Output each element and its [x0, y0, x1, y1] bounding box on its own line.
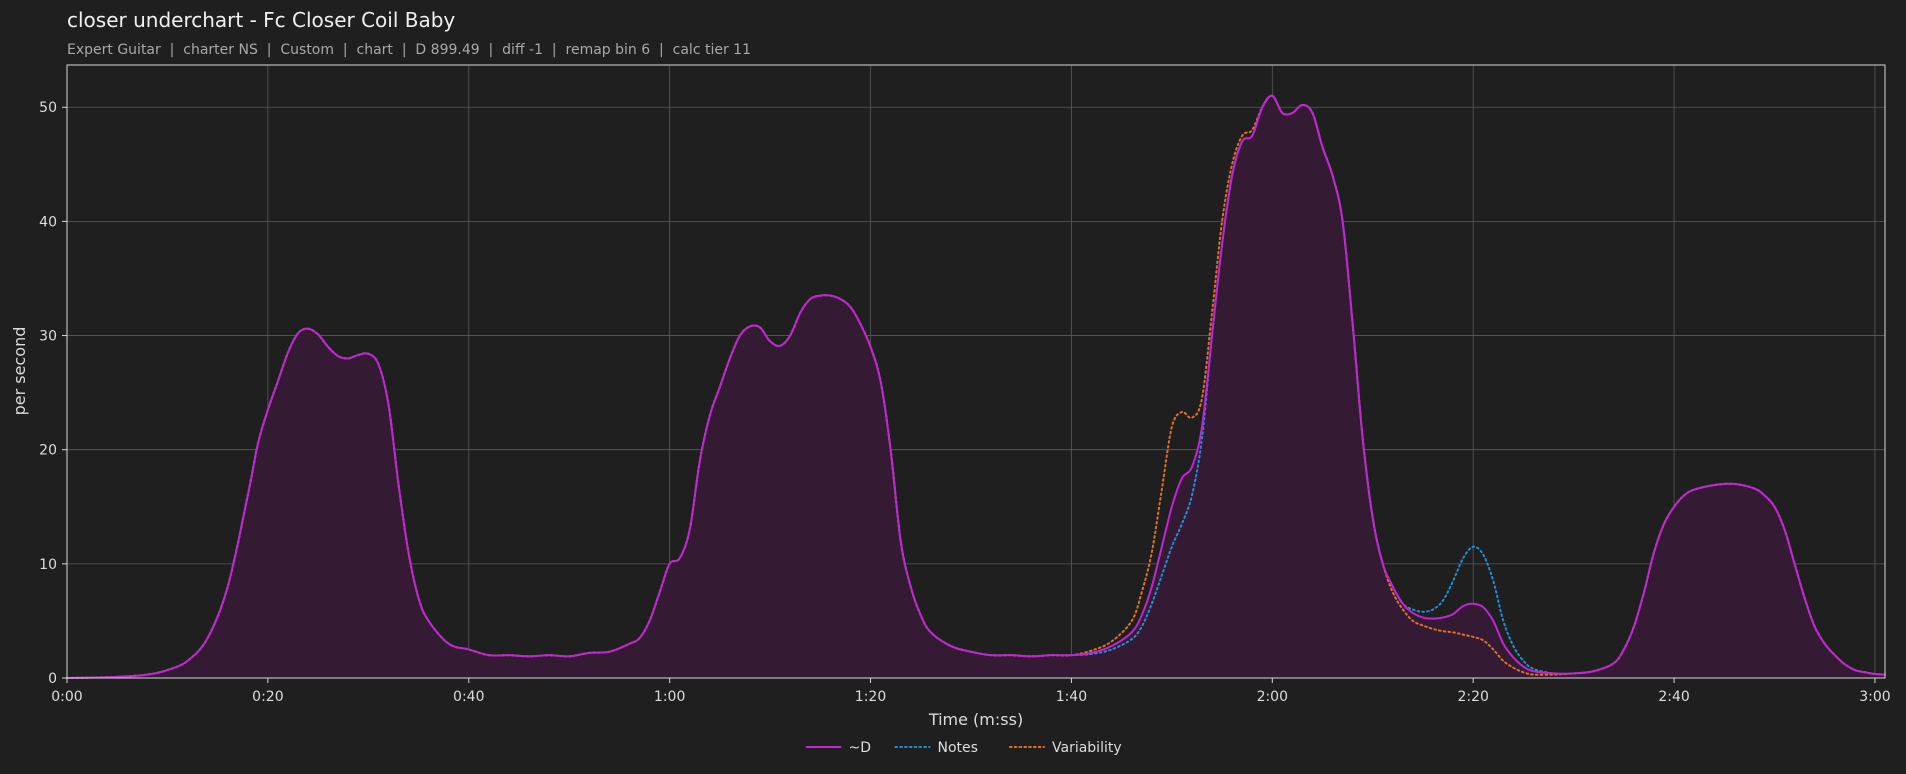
y-axis-label: per second [10, 327, 29, 416]
x-tick-label: 3:00 [1859, 689, 1890, 705]
y-tick-label: 10 [39, 557, 57, 573]
chart-title: closer underchart - Fc Closer Coil Baby [67, 8, 455, 32]
legend: ~D Notes Variability [805, 740, 1122, 756]
y-tick-label: 0 [48, 671, 57, 687]
x-tick-label: 0:20 [252, 689, 283, 705]
y-tick-label: 40 [39, 214, 57, 230]
legend-label-variability: Variability [1052, 740, 1122, 756]
x-tick-label: 1:20 [855, 689, 886, 705]
legend-label-d: ~D [849, 740, 872, 756]
chart: closer underchart - Fc Closer Coil Baby … [0, 0, 1906, 774]
y-tick-label: 50 [39, 100, 57, 116]
x-tick-label: 0:00 [51, 689, 82, 705]
chart-subtitle: Expert Guitar | charter NS | Custom | ch… [67, 42, 751, 58]
x-tick-label: 2:00 [1257, 689, 1288, 705]
x-tick-label: 1:40 [1056, 689, 1087, 705]
x-axis-label: Time (m:ss) [928, 710, 1023, 729]
x-tick-label: 2:20 [1457, 689, 1488, 705]
y-tick-label: 20 [39, 443, 57, 459]
x-tick-label: 2:40 [1658, 689, 1689, 705]
y-tick-label: 30 [39, 329, 57, 345]
x-tick-label: 1:00 [654, 689, 685, 705]
legend-label-notes: Notes [938, 740, 978, 756]
x-tick-label: 0:40 [453, 689, 484, 705]
